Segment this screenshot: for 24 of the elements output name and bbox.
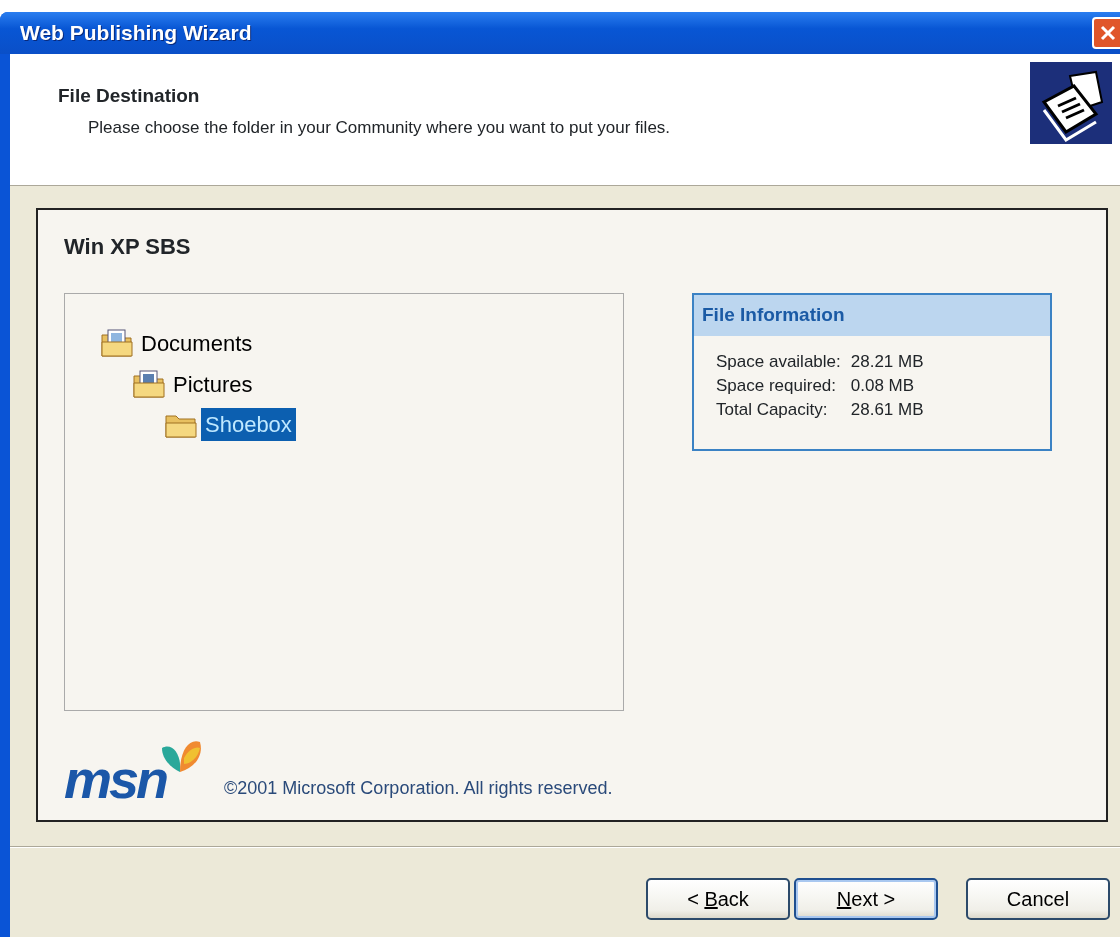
tree-item[interactable]: Pictures: [169, 367, 257, 401]
header-subtitle: Please choose the folder in your Community where you want to put your files.: [87, 116, 671, 139]
publish-files-icon: [1030, 62, 1112, 144]
tree-item[interactable]: Shoebox: [201, 407, 296, 441]
info-label: Space required:: [716, 374, 838, 397]
wizard-button[interactable]: Next >: [794, 878, 938, 920]
info-value: 28.61 MB: [850, 398, 924, 421]
close-icon: [1099, 24, 1117, 42]
window-title: Web Publishing Wizard: [20, 20, 252, 47]
tree-item[interactable]: Documents: [137, 326, 257, 360]
info-value: 28.21 MB: [850, 350, 924, 373]
close-button[interactable]: [1092, 17, 1120, 49]
wizard-button[interactable]: < Back: [646, 878, 790, 920]
document-folder-icon: [101, 329, 133, 357]
panel-title: File Information: [694, 295, 1050, 336]
logo-text: msn: [64, 752, 167, 806]
document-folder-icon: [133, 370, 165, 398]
header-title: File Destination: [58, 84, 201, 108]
info-label: Total Capacity:: [716, 398, 829, 421]
info-label: Space available:: [716, 350, 841, 373]
wizard-button[interactable]: Cancel: [966, 878, 1110, 920]
info-value: 0.08 MB: [850, 374, 916, 397]
copyright-text: ©2001 Microsoft Corporation. All rights reserved.: [224, 777, 613, 800]
community-name: Win XP SBS: [64, 233, 192, 261]
